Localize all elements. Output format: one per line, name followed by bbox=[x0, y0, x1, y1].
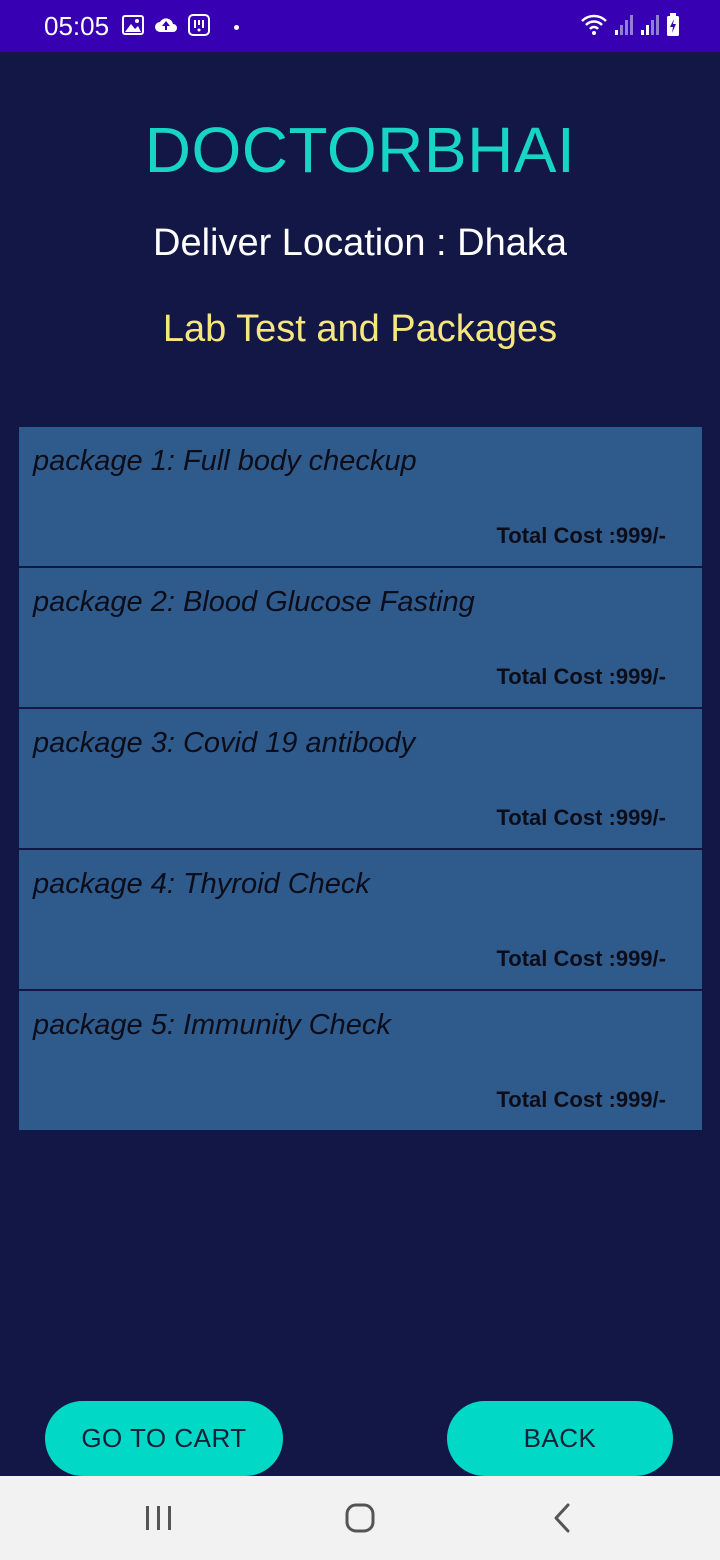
package-cost: Total Cost :999/- bbox=[496, 805, 666, 830]
package-item[interactable]: package 1: Full body checkup Total Cost … bbox=[19, 427, 702, 568]
status-time: 05:05 bbox=[44, 11, 110, 41]
cloud-upload-icon bbox=[154, 15, 178, 39]
package-item[interactable]: package 5: Immunity Check Total Cost :99… bbox=[19, 991, 702, 1130]
go-to-cart-button[interactable]: GO TO CART bbox=[45, 1401, 283, 1476]
package-item[interactable]: package 3: Covid 19 antibody Total Cost … bbox=[19, 709, 702, 850]
package-item[interactable]: package 4: Thyroid Check Total Cost :999… bbox=[19, 850, 702, 991]
package-name: package 5: Immunity Check bbox=[33, 1009, 391, 1041]
status-icons-right bbox=[580, 13, 680, 41]
package-item[interactable]: package 2: Blood Glucose Fasting Total C… bbox=[19, 568, 702, 709]
status-icons-left bbox=[122, 14, 239, 40]
recent-apps-icon[interactable] bbox=[139, 1498, 179, 1538]
back-nav-icon[interactable] bbox=[542, 1498, 582, 1538]
home-icon[interactable] bbox=[340, 1498, 380, 1538]
wifi-icon bbox=[580, 13, 608, 41]
notification-dot-icon bbox=[234, 24, 239, 30]
package-name: package 3: Covid 19 antibody bbox=[33, 727, 416, 759]
section-title: Lab Test and Packages bbox=[162, 308, 558, 350]
signal-icon bbox=[614, 14, 634, 40]
package-name: package 4: Thyroid Check bbox=[33, 868, 370, 900]
package-name: package 2: Blood Glucose Fasting bbox=[33, 586, 475, 618]
system-nav-bar bbox=[0, 1476, 720, 1560]
package-cost: Total Cost :999/- bbox=[496, 523, 666, 548]
image-icon bbox=[122, 15, 144, 39]
package-list: package 1: Full body checkup Total Cost … bbox=[19, 427, 702, 1130]
status-bar: 05:05 bbox=[0, 0, 720, 52]
package-cost: Total Cost :999/- bbox=[496, 664, 666, 689]
package-cost: Total Cost :999/- bbox=[496, 1087, 666, 1112]
delivery-location: Deliver Location : Dhaka bbox=[153, 222, 567, 264]
signal-icon bbox=[640, 14, 660, 40]
app-title: DOCTORBHAI bbox=[144, 114, 576, 186]
back-button[interactable]: BACK bbox=[447, 1401, 673, 1476]
app-notification-icon bbox=[188, 14, 210, 40]
package-name: package 1: Full body checkup bbox=[33, 445, 417, 477]
battery-charging-icon bbox=[666, 13, 680, 41]
package-cost: Total Cost :999/- bbox=[496, 946, 666, 971]
